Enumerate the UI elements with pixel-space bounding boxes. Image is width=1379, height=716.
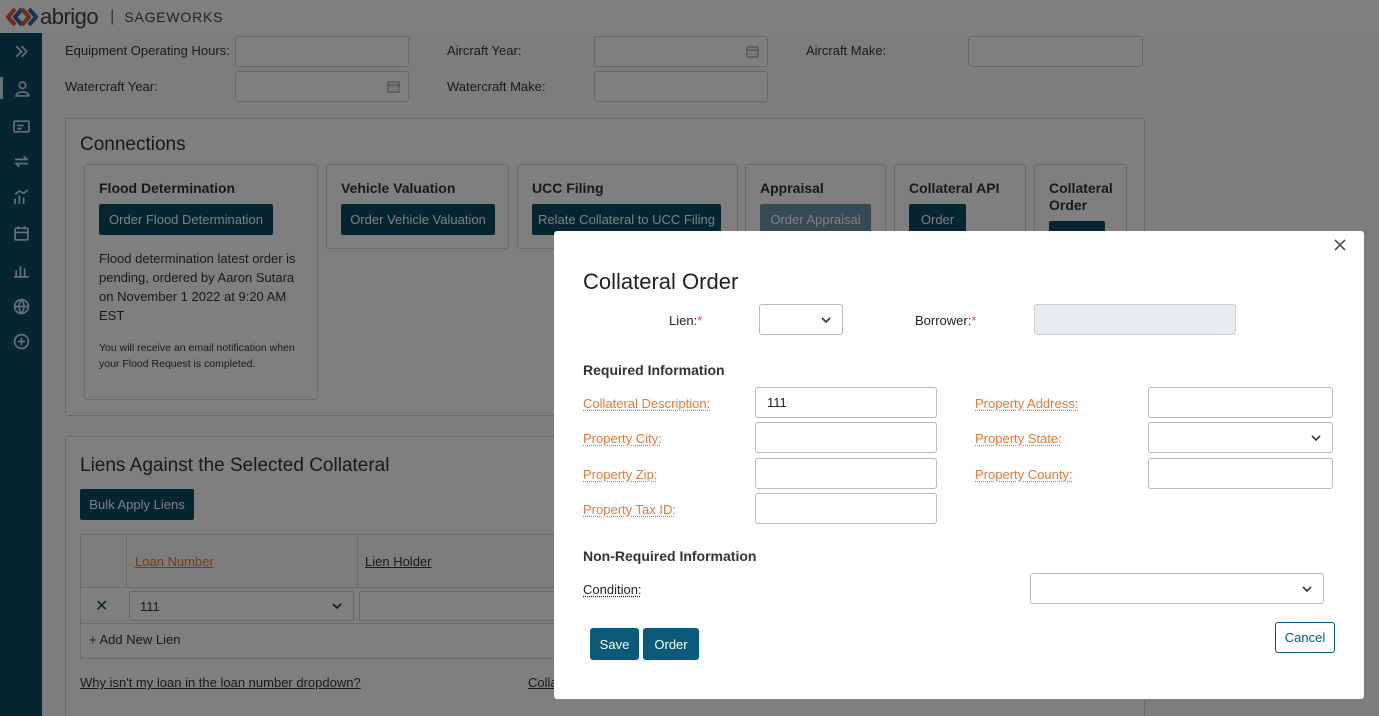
property-address-label: Property Address: (975, 396, 1078, 411)
property-county-label: Property County: (975, 467, 1073, 482)
required-info-heading: Required Information (583, 362, 725, 378)
collateral-description-input[interactable]: 111 (755, 387, 937, 418)
close-icon[interactable] (1332, 237, 1348, 253)
property-tax-id-input[interactable] (755, 493, 937, 524)
chevron-down-icon (820, 314, 832, 326)
chevron-down-icon (1301, 583, 1313, 595)
chevron-down-icon (1310, 432, 1322, 444)
property-city-input[interactable] (755, 422, 937, 453)
cancel-button[interactable]: Cancel (1275, 622, 1335, 653)
modal-title: Collateral Order (583, 269, 738, 295)
lien-select[interactable] (759, 304, 843, 335)
collateral-order-modal: Collateral Order Lien:* Borrower:* Requi… (554, 231, 1364, 699)
condition-select[interactable] (1030, 573, 1324, 604)
property-state-select[interactable] (1148, 422, 1333, 453)
property-city-label: Property City: (583, 431, 662, 446)
lien-label: Lien:* (669, 313, 702, 328)
borrower-label: Borrower:* (915, 313, 976, 328)
property-state-label: Property State: (975, 431, 1062, 446)
save-button[interactable]: Save (590, 628, 639, 660)
property-tax-id-label: Property Tax ID: (583, 502, 676, 517)
property-zip-input[interactable] (755, 458, 937, 489)
property-zip-label: Property Zip: (583, 467, 657, 482)
condition-label: Condition: (583, 582, 642, 597)
property-address-input[interactable] (1148, 387, 1333, 418)
property-county-input[interactable] (1148, 458, 1333, 489)
non-required-info-heading: Non-Required Information (583, 548, 756, 564)
borrower-field (1034, 304, 1236, 335)
order-button[interactable]: Order (643, 628, 699, 660)
collateral-description-label: Collateral Description: (583, 396, 710, 411)
